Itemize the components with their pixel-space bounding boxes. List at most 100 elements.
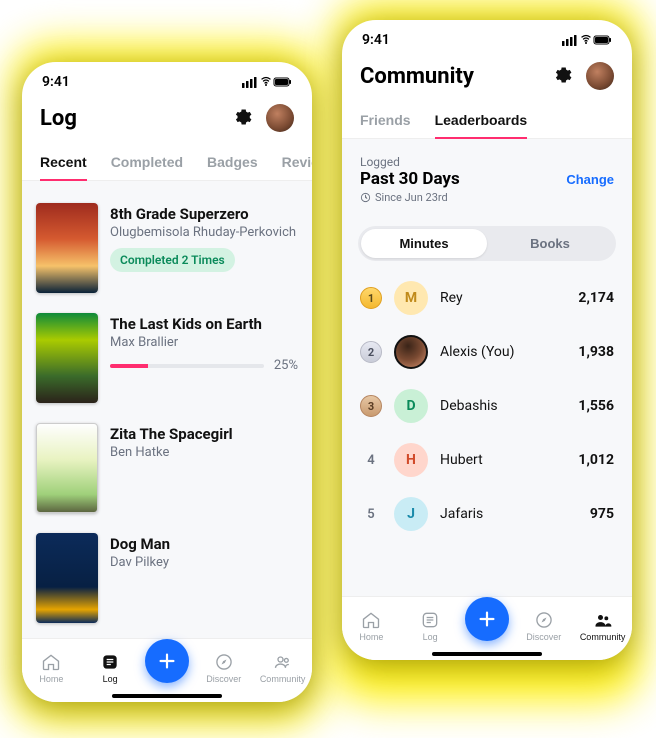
user-avatar	[394, 335, 428, 369]
nav-log[interactable]: Log	[86, 652, 134, 684]
book-title: The Last Kids on Earth	[110, 315, 298, 333]
clock-icon	[360, 192, 371, 203]
nav-discover[interactable]: Discover	[520, 610, 568, 642]
status-indicators	[562, 32, 612, 48]
book-author: Dav Pilkey	[110, 555, 298, 570]
status-time: 9:41	[362, 32, 390, 48]
logged-label: Logged	[360, 155, 614, 169]
plus-icon	[156, 650, 178, 672]
user-name: Alexis (You)	[440, 344, 566, 360]
tab-completed[interactable]: Completed	[99, 146, 195, 180]
gear-icon	[232, 107, 252, 127]
nav-discover[interactable]: Discover	[200, 652, 248, 684]
leaderboard-row[interactable]: 4 H Hubert 1,012	[356, 433, 618, 487]
completed-badge: Completed 2 Times	[110, 248, 235, 272]
progress-percent: 25%	[274, 358, 298, 373]
nav-home[interactable]: Home	[27, 652, 75, 684]
book-cover	[36, 313, 98, 403]
log-icon	[420, 610, 440, 630]
leaderboard-row[interactable]: 2 Alexis (You) 1,938	[356, 325, 618, 379]
list-item[interactable]: Zita The Spacegirl Ben Hatke	[36, 413, 298, 523]
people-icon	[273, 652, 293, 672]
minutes-value: 1,938	[578, 344, 614, 360]
change-period-button[interactable]: Change	[566, 172, 614, 187]
book-cover	[36, 203, 98, 293]
rank-badge: 3	[360, 395, 382, 417]
minutes-value: 975	[590, 506, 614, 522]
rank-number: 4	[360, 453, 382, 468]
home-indicator	[432, 652, 542, 656]
tab-recent[interactable]: Recent	[28, 146, 99, 180]
tab-friends[interactable]: Friends	[348, 104, 423, 138]
phone-log: 9:41 Log Recent Completed	[22, 62, 312, 702]
gear-icon	[552, 65, 572, 85]
plus-icon	[476, 608, 498, 630]
rank-badge: 1	[360, 287, 382, 309]
user-name: Debashis	[440, 398, 566, 414]
segment-minutes[interactable]: Minutes	[361, 229, 487, 258]
leaderboard-row[interactable]: 1 M Rey 2,174	[356, 271, 618, 325]
compass-icon	[214, 652, 234, 672]
nav-log[interactable]: Log	[406, 610, 454, 642]
status-indicators	[242, 74, 292, 90]
user-avatar: J	[394, 497, 428, 531]
status-time: 9:41	[42, 74, 70, 90]
home-icon	[41, 652, 61, 672]
nav-community[interactable]: Community	[259, 652, 307, 684]
list-item[interactable]: The Last Kids on Earth Max Brallier 25%	[36, 303, 298, 413]
book-cover	[36, 533, 98, 623]
user-name: Jafaris	[440, 506, 578, 522]
minutes-value: 1,012	[578, 452, 614, 468]
page-title: Community	[360, 64, 474, 89]
user-avatar: M	[394, 281, 428, 315]
bottom-nav: Home Log Discover Community	[342, 596, 632, 660]
status-bar: 9:41	[342, 20, 632, 52]
profile-avatar[interactable]	[586, 62, 614, 90]
settings-button[interactable]	[230, 105, 254, 132]
book-author: Ben Hatke	[110, 445, 298, 460]
log-tabs: Recent Completed Badges Reviews	[22, 140, 312, 181]
add-button[interactable]	[465, 597, 509, 641]
log-icon	[100, 652, 120, 672]
book-author: Olugbemisola Rhuday-Perkovich	[110, 225, 298, 240]
phone-community: 9:41 Community Friends Leader	[342, 20, 632, 660]
home-icon	[361, 610, 381, 630]
tab-badges[interactable]: Badges	[195, 146, 270, 180]
community-tabs: Friends Leaderboards	[342, 98, 632, 139]
compass-icon	[534, 610, 554, 630]
minutes-value: 1,556	[578, 398, 614, 414]
add-button[interactable]	[145, 639, 189, 683]
bottom-nav: Home Log Discover Community	[22, 638, 312, 702]
home-indicator	[112, 694, 222, 698]
book-title: Dog Man	[110, 535, 298, 553]
leaderboard-row[interactable]: 5 J Jafaris 975	[356, 487, 618, 541]
book-title: Zita The Spacegirl	[110, 425, 298, 443]
leaderboard-row[interactable]: 3 D Debashis 1,556	[356, 379, 618, 433]
nav-home[interactable]: Home	[347, 610, 395, 642]
tab-reviews[interactable]: Reviews	[270, 146, 312, 180]
since-label: Since Jun 23rd	[375, 191, 448, 204]
rank-number: 5	[360, 507, 382, 522]
period-title: Past 30 Days	[360, 169, 460, 189]
user-name: Hubert	[440, 452, 566, 468]
list-item[interactable]: 8th Grade Superzero Olugbemisola Rhuday-…	[36, 193, 298, 303]
progress-bar	[110, 364, 264, 368]
rank-badge: 2	[360, 341, 382, 363]
list-item[interactable]: Dog Man Dav Pilkey	[36, 523, 298, 633]
page-title: Log	[40, 106, 77, 131]
settings-button[interactable]	[550, 63, 574, 90]
book-title: 8th Grade Superzero	[110, 205, 298, 223]
nav-community[interactable]: Community	[579, 610, 627, 642]
book-cover	[36, 423, 98, 513]
user-avatar: D	[394, 389, 428, 423]
status-bar: 9:41	[22, 62, 312, 94]
book-author: Max Brallier	[110, 335, 298, 350]
user-avatar: H	[394, 443, 428, 477]
tab-leaderboards[interactable]: Leaderboards	[423, 104, 540, 138]
log-list[interactable]: 8th Grade Superzero Olugbemisola Rhuday-…	[22, 181, 312, 666]
leaderboard-section[interactable]: Logged Past 30 Days Change Since Jun 23r…	[342, 139, 632, 624]
segment-control: Minutes Books	[358, 226, 616, 261]
profile-avatar[interactable]	[266, 104, 294, 132]
user-name: Rey	[440, 290, 566, 306]
segment-books[interactable]: Books	[487, 229, 613, 258]
